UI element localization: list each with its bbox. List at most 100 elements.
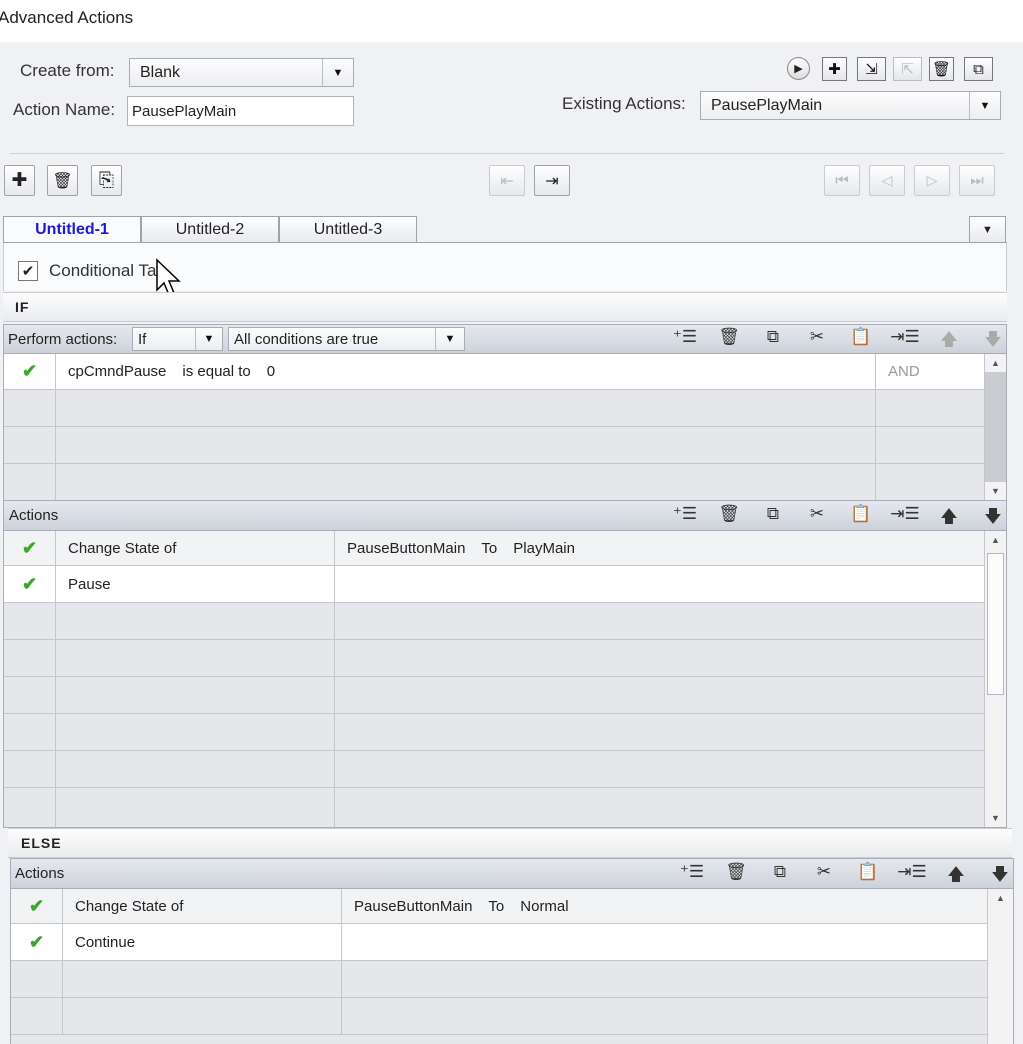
- indent-row-icon[interactable]: ⇥☰: [890, 862, 934, 891]
- else-actions-scrollbar[interactable]: ▲: [987, 889, 1013, 1044]
- if-actions-scrollbar[interactable]: ▲ ▼: [984, 531, 1006, 827]
- move-decision-right-icon[interactable]: ⇥: [534, 165, 570, 196]
- condition-value: 0: [266, 363, 276, 380]
- cut-row-icon[interactable]: ✂: [795, 504, 839, 533]
- move-row-up-icon[interactable]: 🡅: [934, 862, 978, 891]
- table-row[interactable]: [4, 714, 985, 751]
- else-actions-toolbar-icons: ⁺☰ 🗑 ⧉ ✂ 📋 ⇥☰ 🡅 🡇: [670, 862, 1022, 891]
- action-cell[interactable]: Pause: [56, 566, 335, 602]
- add-decision-icon[interactable]: ✚: [4, 165, 35, 196]
- indent-row-icon[interactable]: ⇥☰: [883, 327, 927, 356]
- delete-row-icon[interactable]: 🗑: [707, 327, 751, 356]
- export-action-icon[interactable]: ⇱: [893, 57, 922, 81]
- existing-actions-dropdown[interactable]: PausePlayMain ▼: [700, 91, 1001, 120]
- previous-decision-icon[interactable]: ◁: [869, 165, 905, 196]
- copy-row-icon[interactable]: ⧉: [751, 504, 795, 533]
- action-name-input[interactable]: PausePlayMain: [127, 96, 354, 126]
- table-row[interactable]: ✔ Pause: [4, 566, 985, 603]
- move-row-up-icon[interactable]: 🡅: [927, 504, 971, 533]
- copy-row-icon[interactable]: ⧉: [751, 327, 795, 356]
- table-row[interactable]: ✔ Continue: [11, 924, 988, 961]
- else-actions-grid: ✔ Change State of PauseButtonMain To Nor…: [10, 888, 1014, 1044]
- move-decision-left-icon[interactable]: ⇤: [489, 165, 525, 196]
- paste-row-icon[interactable]: 📋: [839, 504, 883, 533]
- if-actions-label: Actions: [9, 507, 59, 524]
- action-target-cell[interactable]: [335, 566, 985, 602]
- last-decision-icon[interactable]: ⏭: [959, 165, 995, 196]
- scroll-up-icon[interactable]: ▲: [985, 531, 1006, 549]
- action-cell[interactable]: Change State of: [63, 889, 342, 923]
- duplicate-action-icon[interactable]: ⧉: [964, 57, 993, 81]
- move-row-down-icon[interactable]: 🡇: [971, 327, 1015, 356]
- table-row[interactable]: ✔ cpCmndPause is equal to 0 AND: [4, 354, 985, 390]
- condition-logic[interactable]: AND: [876, 354, 985, 389]
- table-row[interactable]: [4, 677, 985, 714]
- table-row[interactable]: [4, 427, 985, 464]
- action-cell[interactable]: Change State of: [56, 531, 335, 565]
- import-action-icon[interactable]: ⇲: [857, 57, 886, 81]
- add-action-icon[interactable]: ✚: [822, 57, 847, 81]
- conditional-tab-label: Conditional Tab: [49, 261, 166, 280]
- tab-untitled-1[interactable]: Untitled-1: [3, 216, 141, 243]
- delete-decision-icon[interactable]: 🗑: [47, 165, 78, 196]
- paste-row-icon[interactable]: 📋: [846, 862, 890, 891]
- table-row[interactable]: [11, 998, 988, 1035]
- scroll-down-icon[interactable]: ▼: [985, 809, 1006, 827]
- table-row[interactable]: ✔ Change State of PauseButtonMain To Nor…: [11, 889, 988, 924]
- delete-row-icon[interactable]: 🗑: [714, 862, 758, 891]
- action-cell[interactable]: Continue: [63, 924, 342, 960]
- table-row[interactable]: ✔ Change State of PauseButtonMain To Pla…: [4, 531, 985, 566]
- table-row[interactable]: [4, 603, 985, 640]
- move-row-up-icon[interactable]: 🡅: [927, 327, 971, 356]
- table-row[interactable]: [4, 390, 985, 427]
- move-row-down-icon[interactable]: 🡇: [978, 862, 1022, 891]
- scroll-down-icon[interactable]: ▼: [985, 482, 1006, 500]
- scroll-thumb[interactable]: [987, 553, 1004, 695]
- conditional-tab-checkbox[interactable]: ✔: [18, 261, 38, 281]
- divider: [10, 153, 1004, 154]
- indent-row-icon[interactable]: ⇥☰: [883, 504, 927, 533]
- move-row-down-icon[interactable]: 🡇: [971, 504, 1015, 533]
- insert-row-icon[interactable]: ⁺☰: [663, 327, 707, 356]
- insert-row-icon[interactable]: ⁺☰: [670, 862, 714, 891]
- action-target-cell[interactable]: [342, 924, 988, 960]
- create-from-dropdown[interactable]: Blank ▼: [129, 58, 354, 87]
- scroll-up-icon[interactable]: ▲: [985, 354, 1006, 372]
- delete-row-icon[interactable]: 🗑: [707, 504, 751, 533]
- cut-row-icon[interactable]: ✂: [802, 862, 846, 891]
- check-icon: ✔: [4, 566, 56, 602]
- next-decision-icon[interactable]: ▷: [914, 165, 950, 196]
- paste-row-icon[interactable]: 📋: [839, 327, 883, 356]
- condition-variable: cpCmndPause: [68, 363, 167, 380]
- delete-action-icon[interactable]: 🗑: [929, 57, 954, 81]
- create-from-label: Create from:: [20, 61, 115, 80]
- check-icon: ✔: [4, 531, 56, 565]
- perform-actions-dropdown[interactable]: If ▼: [132, 327, 223, 351]
- scroll-up-icon[interactable]: ▲: [988, 889, 1013, 907]
- tabs-overflow-dropdown[interactable]: ▼: [969, 216, 1006, 243]
- table-row[interactable]: [4, 751, 985, 788]
- action-target-cell[interactable]: PauseButtonMain To Normal: [342, 889, 988, 923]
- action-to: To: [488, 897, 505, 915]
- duplicate-decision-icon[interactable]: ⎘: [91, 165, 122, 196]
- conditions-toolbar-icons: ⁺☰ 🗑 ⧉ ✂ 📋 ⇥☰ 🡅 🡇: [663, 327, 1015, 356]
- first-decision-icon[interactable]: ⏮: [824, 165, 860, 196]
- conditions-match-dropdown[interactable]: All conditions are true ▼: [228, 327, 465, 351]
- tab-untitled-2[interactable]: Untitled-2: [141, 216, 279, 243]
- conditions-grid: ✔ cpCmndPause is equal to 0 AND ▲ ▼: [3, 353, 1007, 501]
- existing-actions-label: Existing Actions:: [562, 94, 686, 113]
- else-actions-label: Actions: [15, 865, 65, 882]
- insert-row-icon[interactable]: ⁺☰: [663, 504, 707, 533]
- table-row[interactable]: [11, 961, 988, 998]
- table-row[interactable]: [4, 788, 985, 827]
- action-object: PauseButtonMain: [354, 897, 473, 915]
- cut-row-icon[interactable]: ✂: [795, 327, 839, 356]
- preview-play-icon[interactable]: ▶: [787, 57, 810, 80]
- action-target-cell[interactable]: PauseButtonMain To PlayMain: [335, 531, 985, 565]
- table-row[interactable]: [4, 640, 985, 677]
- table-row[interactable]: [4, 464, 985, 501]
- conditions-scrollbar[interactable]: ▲ ▼: [984, 354, 1006, 500]
- copy-row-icon[interactable]: ⧉: [758, 862, 802, 891]
- tab-untitled-3[interactable]: Untitled-3: [279, 216, 417, 243]
- condition-cell[interactable]: cpCmndPause is equal to 0: [56, 354, 876, 389]
